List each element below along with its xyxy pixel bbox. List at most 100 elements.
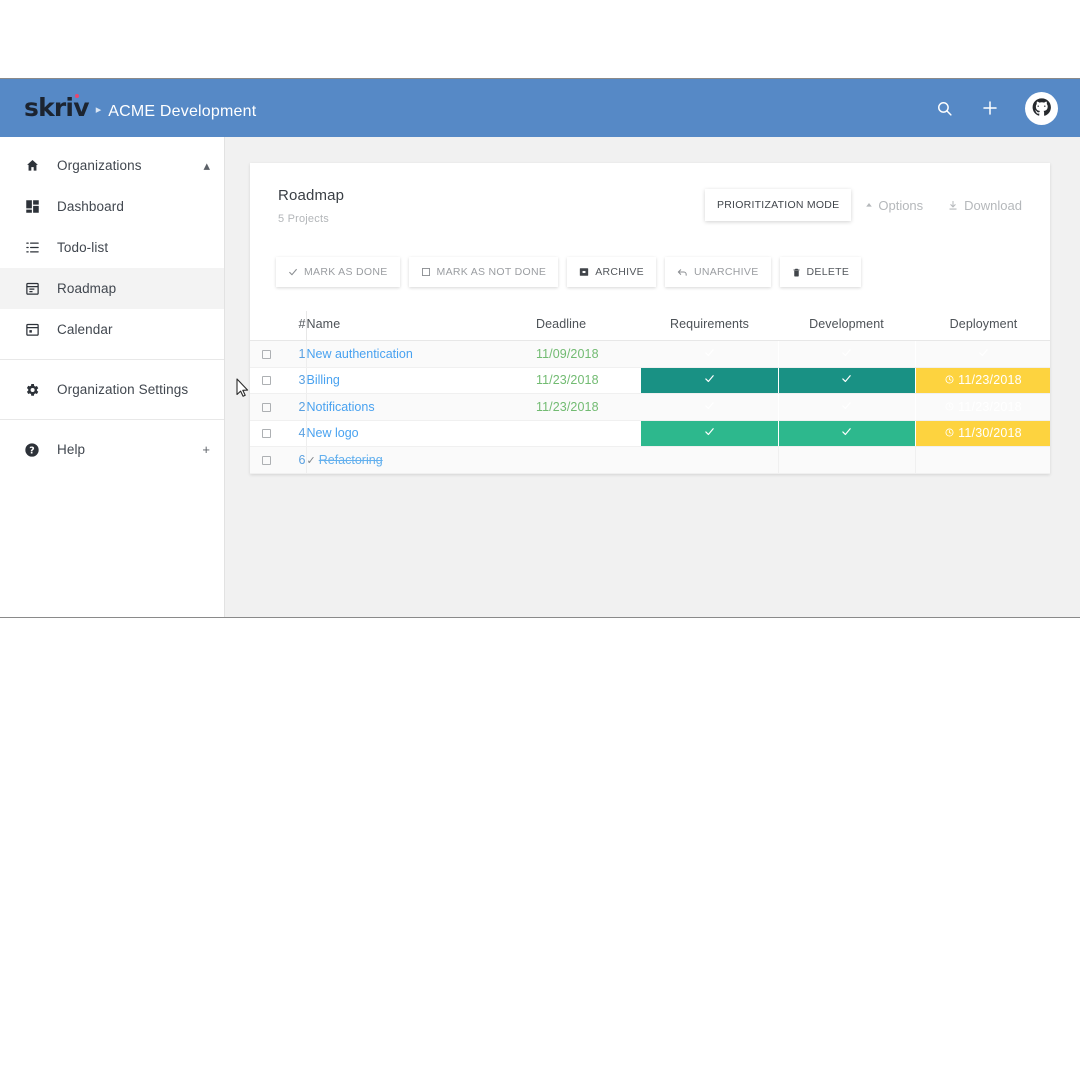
header-requirements: Requirements — [641, 311, 778, 341]
sidebar-item-calendar[interactable]: Calendar — [0, 309, 224, 350]
project-link[interactable]: Notifications — [307, 400, 375, 414]
delete-button[interactable]: DELETE — [779, 257, 862, 287]
dashboard-grid-icon — [22, 197, 42, 217]
row-deadline: 11/23/2018 — [536, 393, 641, 421]
app-body: Organizations ▴ Dashboard Todo-list Road… — [0, 137, 1080, 617]
clock-icon — [945, 400, 954, 414]
stage-cell-requirements[interactable] — [641, 340, 779, 368]
stage-cell-deployment[interactable]: 11/30/2018 — [915, 420, 1050, 447]
project-count: 5 Projects — [278, 213, 329, 225]
row-checkbox[interactable] — [261, 376, 271, 386]
sidebar-label: Dashboard — [57, 199, 124, 214]
sidebar-item-organization-settings[interactable]: Organization Settings — [0, 369, 224, 410]
table-row[interactable]: 2 Notifications 11/23/2018 11/23/2018 — [250, 393, 1050, 421]
download-label: Download — [964, 197, 1022, 213]
app-window: skriv ▸ ACME Development Organizations ▴… — [0, 78, 1080, 618]
download-button[interactable]: Download — [937, 190, 1032, 221]
stage-check-icon — [978, 348, 989, 361]
table-header: # Name Deadline Requirements Development… — [250, 311, 1050, 341]
stage-cell-requirements[interactable] — [641, 420, 779, 447]
project-link[interactable]: Refactoring — [319, 453, 383, 467]
project-link[interactable]: New authentication — [307, 347, 413, 361]
row-checkbox[interactable] — [261, 455, 271, 465]
row-number: 2 — [282, 393, 306, 421]
sidebar-label: Organization Settings — [57, 382, 189, 397]
plus-icon[interactable]: + — [202, 443, 210, 456]
stage-date: 11/23/2018 — [945, 400, 1022, 414]
breadcrumb-separator-icon: ▸ — [95, 104, 102, 116]
stage-check-icon — [704, 348, 715, 361]
sidebar-item-roadmap[interactable]: Roadmap — [0, 268, 224, 309]
stage-date: 11/23/2018 — [945, 373, 1022, 387]
row-deadline — [536, 446, 641, 474]
archive-button[interactable]: ARCHIVE — [567, 257, 656, 287]
row-checkbox[interactable] — [261, 429, 271, 439]
clock-icon — [945, 373, 954, 387]
stage-cell-requirements[interactable] — [641, 393, 779, 421]
header-deadline: Deadline — [536, 311, 641, 341]
sidebar-item-help[interactable]: ? Help + — [0, 429, 224, 470]
search-icon[interactable] — [933, 97, 955, 119]
plus-icon[interactable] — [979, 97, 1001, 119]
row-deadline: 11/23/2018 — [536, 367, 641, 394]
skriv-logo-text: skriv — [24, 93, 89, 122]
stage-check-icon — [841, 375, 852, 387]
bulk-actions-toolbar: MARK AS DONE MARK AS NOT DONE ARCHIVE UN… — [250, 235, 1050, 311]
stage-cell-deployment[interactable]: 11/23/2018 — [915, 367, 1050, 394]
stage-cell-requirements[interactable] — [641, 446, 779, 474]
skriv-logo[interactable]: skriv — [24, 93, 89, 122]
sidebar-item-todo-list[interactable]: Todo-list — [0, 227, 224, 268]
topbar-actions — [933, 91, 1058, 125]
row-name-cell: New authentication — [305, 340, 536, 368]
archive-box-icon — [579, 267, 589, 277]
brand-breadcrumb: skriv ▸ ACME Development — [24, 93, 933, 122]
organization-name[interactable]: ACME Development — [108, 103, 256, 121]
calendar-icon — [22, 320, 42, 340]
row-number: 4 — [282, 420, 306, 447]
download-icon — [947, 199, 959, 212]
table-row[interactable]: 1 New authentication 11/09/2018 — [250, 340, 1050, 368]
caret-up-icon[interactable]: ▴ — [203, 159, 210, 172]
row-name-cell: ✓ Refactoring — [305, 446, 536, 474]
row-checkbox-cell — [250, 446, 282, 474]
stage-cell-development[interactable] — [778, 367, 916, 394]
check-icon — [288, 267, 298, 277]
card-header: Roadmap 5 Projects PRIORITIZATION MODE O… — [250, 163, 1050, 235]
stage-cell-development[interactable] — [778, 393, 916, 421]
options-button[interactable]: Options — [855, 190, 933, 221]
stage-cell-requirements[interactable] — [641, 367, 779, 394]
table-row[interactable]: 6 ✓ Refactoring — [250, 446, 1050, 474]
stage-cell-development[interactable] — [778, 340, 916, 368]
row-number: 1 — [282, 340, 306, 368]
mark-as-not-done-button[interactable]: MARK AS NOT DONE — [408, 257, 559, 287]
stage-cell-deployment[interactable] — [915, 446, 1050, 474]
header-development: Development — [778, 311, 915, 341]
row-checkbox[interactable] — [261, 402, 271, 412]
sidebar-item-dashboard[interactable]: Dashboard — [0, 186, 224, 227]
project-link[interactable]: New logo — [307, 426, 359, 440]
octocat-avatar[interactable] — [1025, 91, 1058, 125]
header-name: Name — [305, 311, 536, 341]
list-icon — [22, 238, 42, 258]
sidebar-item-organizations[interactable]: Organizations ▴ — [0, 145, 224, 186]
arrow-back-icon — [677, 267, 688, 278]
row-checkbox[interactable] — [261, 349, 271, 359]
row-number: 6 — [282, 446, 306, 474]
stage-cell-deployment[interactable] — [915, 340, 1050, 368]
caret-up-icon — [865, 201, 873, 209]
mark-as-done-button[interactable]: MARK AS DONE — [276, 257, 400, 287]
row-name-cell: Notifications — [305, 393, 536, 421]
project-link[interactable]: Billing — [307, 373, 340, 387]
unarchive-button[interactable]: UNARCHIVE — [664, 257, 771, 287]
stage-cell-deployment[interactable]: 11/23/2018 — [915, 393, 1050, 421]
prioritization-mode-button[interactable]: PRIORITIZATION MODE — [704, 189, 852, 221]
header-number: # — [282, 311, 306, 341]
stage-cell-development[interactable] — [778, 446, 916, 474]
roadmap-card: Roadmap 5 Projects PRIORITIZATION MODE O… — [250, 163, 1050, 474]
sidebar: Organizations ▴ Dashboard Todo-list Road… — [0, 137, 225, 617]
row-deadline — [536, 420, 641, 447]
table-row[interactable]: 3 Billing 11/23/2018 11/23/2018 — [250, 367, 1050, 394]
row-number: 3 — [282, 367, 306, 394]
stage-cell-development[interactable] — [778, 420, 916, 447]
table-row[interactable]: 4 New logo 11/30/2018 — [250, 420, 1050, 447]
